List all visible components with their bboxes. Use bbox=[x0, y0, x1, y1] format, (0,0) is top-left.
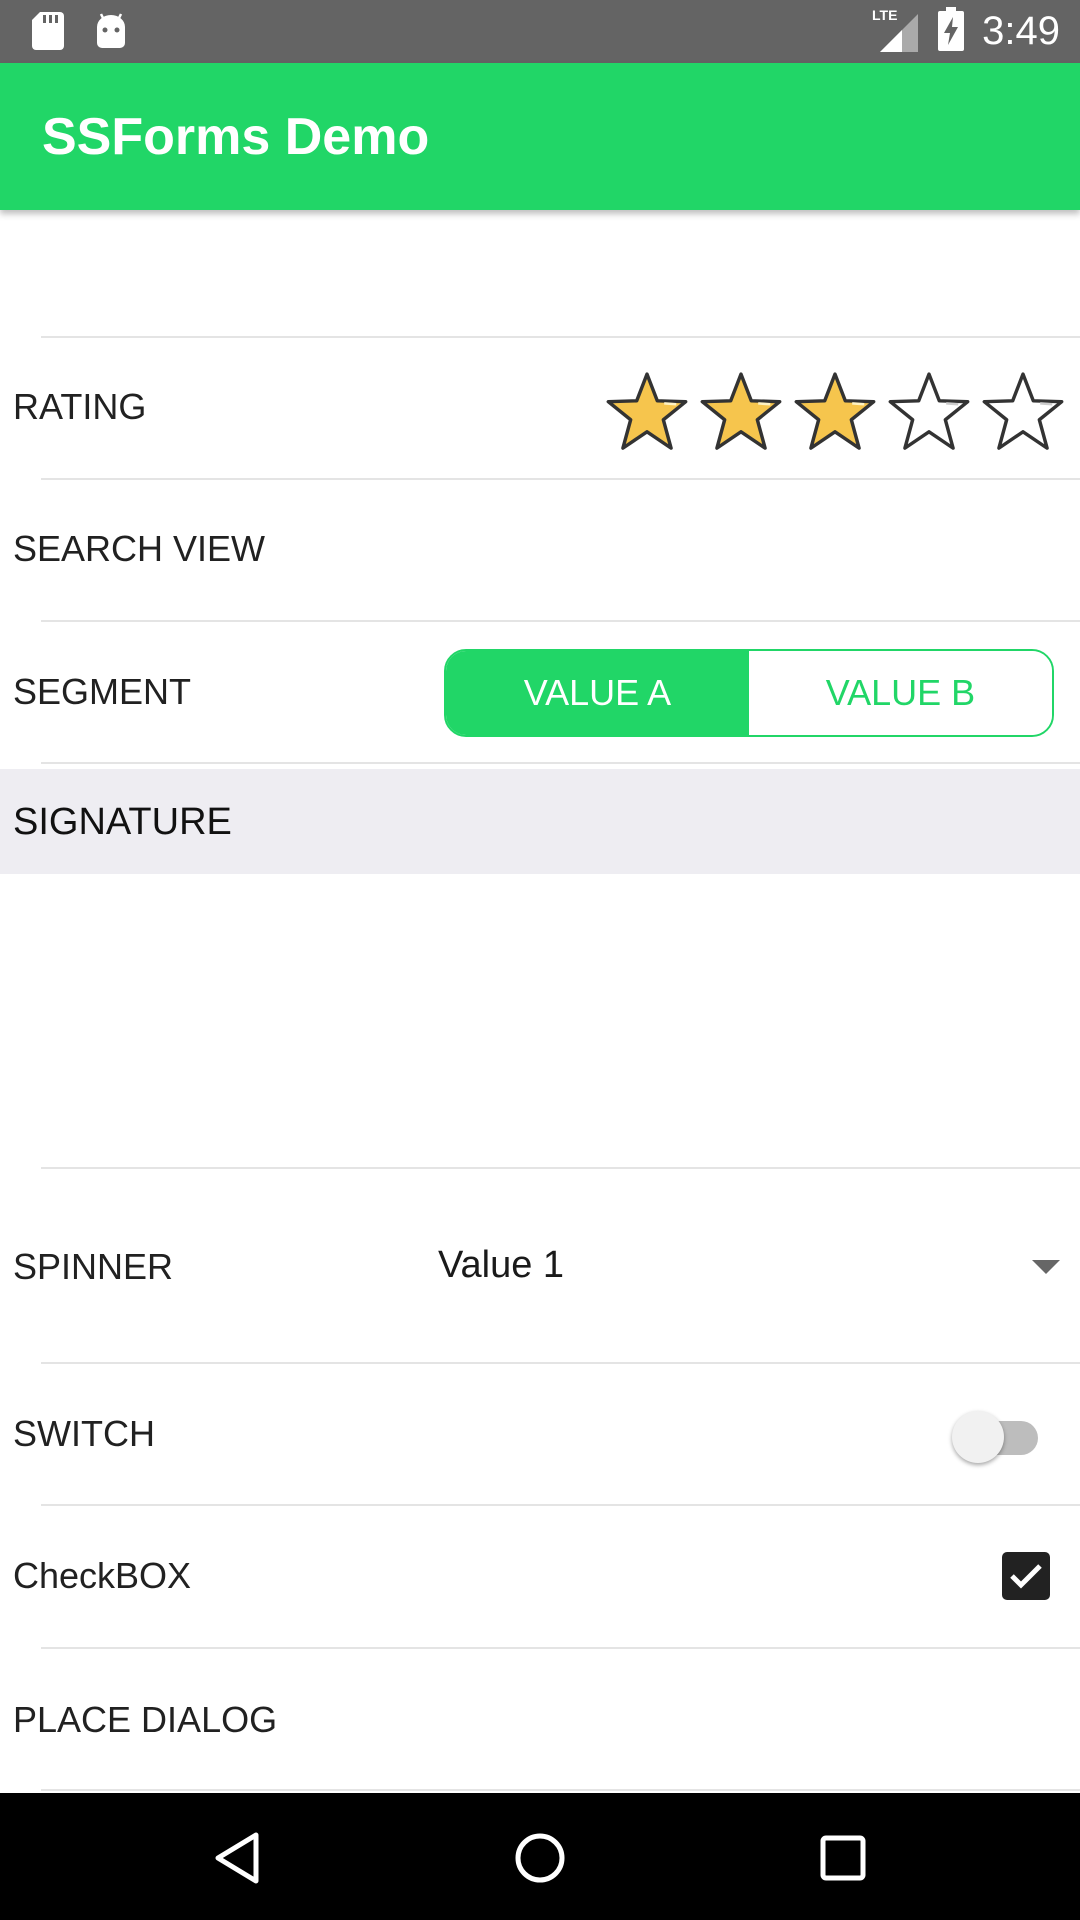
android-icon bbox=[94, 13, 128, 54]
back-icon[interactable] bbox=[202, 1823, 272, 1893]
search-view-row[interactable]: SEARCH VIEW bbox=[0, 479, 1080, 622]
place-dialog-row[interactable]: PLACE DIALOG bbox=[0, 1647, 1080, 1793]
recents-icon[interactable] bbox=[808, 1823, 878, 1893]
home-icon[interactable] bbox=[505, 1823, 575, 1893]
navigation-bar bbox=[0, 1793, 1080, 1920]
star-filled-icon[interactable] bbox=[698, 369, 784, 455]
status-bar: LTE 3:49 bbox=[0, 0, 1080, 63]
star-filled-icon[interactable] bbox=[604, 369, 690, 455]
signature-label: SIGNATURE bbox=[13, 801, 232, 843]
switch-row: SWITCH bbox=[0, 1363, 1080, 1506]
signature-pad[interactable] bbox=[0, 874, 1080, 1166]
rating-row: RATING bbox=[0, 337, 1080, 480]
app-bar: SSForms Demo bbox=[0, 63, 1080, 210]
signal-icon: LTE bbox=[872, 6, 920, 57]
rating-label: RATING bbox=[13, 386, 147, 427]
rating-stars[interactable] bbox=[604, 369, 1066, 455]
toggle-switch[interactable] bbox=[952, 1401, 1038, 1463]
segment-option-b[interactable]: VALUE B bbox=[749, 651, 1052, 735]
status-time: 3:49 bbox=[982, 8, 1060, 53]
sd-card-icon bbox=[32, 12, 64, 55]
star-filled-icon[interactable] bbox=[792, 369, 878, 455]
star-empty-icon[interactable] bbox=[886, 369, 972, 455]
checkmark-icon bbox=[1010, 1564, 1042, 1589]
checkbox-row: CheckBOX bbox=[0, 1505, 1080, 1649]
checkbox-label: CheckBOX bbox=[13, 1555, 192, 1596]
segment-label: SEGMENT bbox=[13, 671, 192, 712]
segment-option-a[interactable]: VALUE A bbox=[446, 651, 749, 735]
segment-row: SEGMENT VALUE A VALUE B bbox=[0, 621, 1080, 764]
form-row-empty bbox=[0, 210, 1080, 338]
signature-header: SIGNATURE bbox=[0, 769, 1080, 874]
spinner-label: SPINNER bbox=[13, 1246, 174, 1287]
spinner-row[interactable]: SPINNER Value 1 bbox=[0, 1168, 1080, 1364]
place-dialog-label: PLACE DIALOG bbox=[13, 1699, 278, 1740]
segmented-control: VALUE A VALUE B bbox=[444, 649, 1054, 737]
network-type: LTE bbox=[872, 7, 897, 23]
row-divider bbox=[41, 762, 1080, 764]
form-content: RATING SEARCH VIEW SEGMENT VALUE A VALUE… bbox=[0, 210, 1080, 1793]
battery-charging-icon bbox=[938, 6, 965, 56]
switch-thumb bbox=[952, 1411, 1004, 1463]
row-divider bbox=[41, 1789, 1080, 1791]
spinner-value[interactable]: Value 1 bbox=[438, 1244, 564, 1287]
search-view-label: SEARCH VIEW bbox=[13, 528, 266, 569]
checkbox[interactable] bbox=[1002, 1552, 1050, 1600]
dropdown-arrow-icon[interactable] bbox=[1032, 1260, 1060, 1274]
app-title: SSForms Demo bbox=[42, 108, 430, 166]
switch-label: SWITCH bbox=[13, 1413, 155, 1454]
star-empty-icon[interactable] bbox=[980, 369, 1066, 455]
